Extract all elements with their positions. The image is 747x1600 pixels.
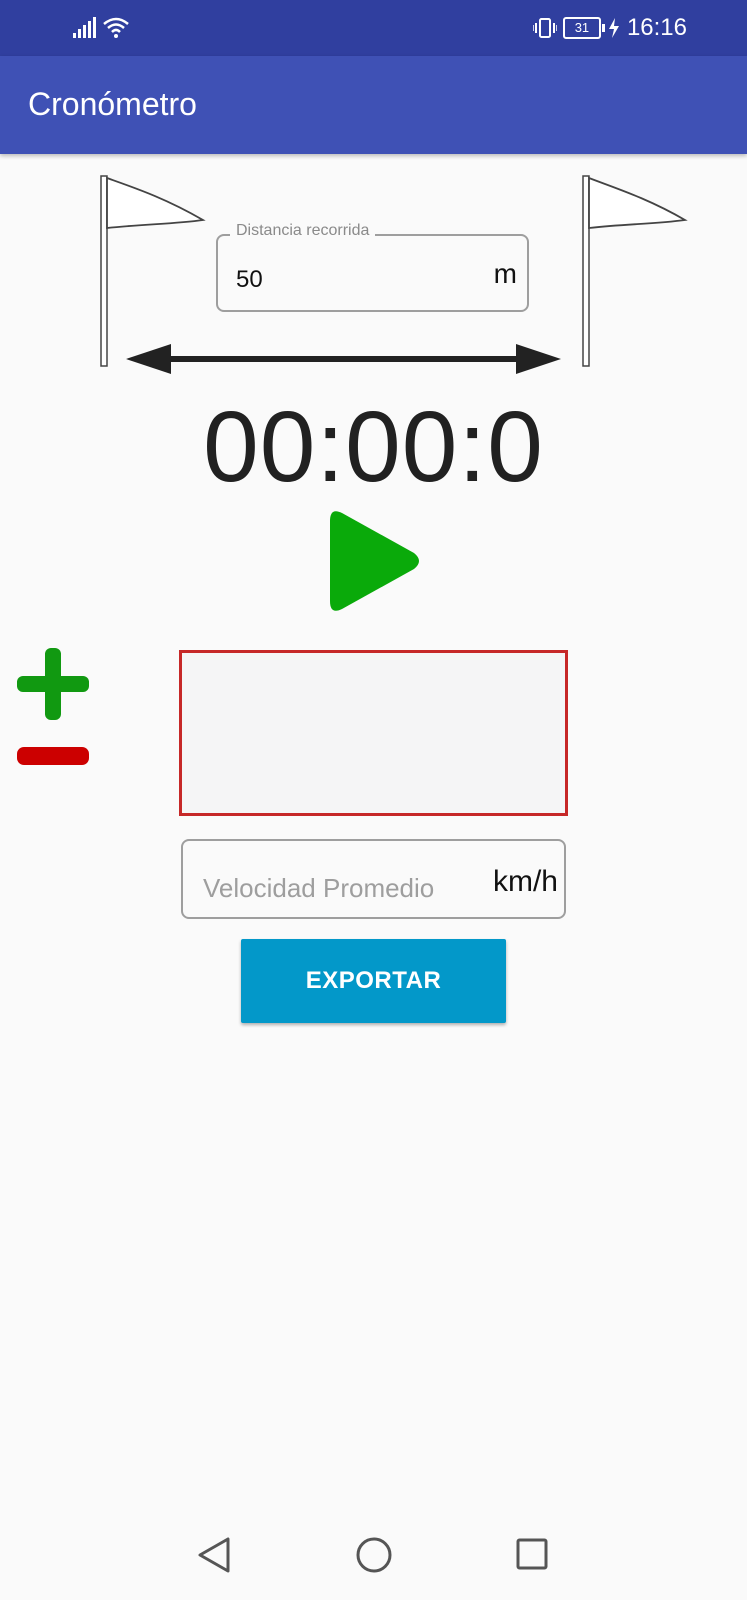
status-left (72, 14, 130, 42)
play-icon (330, 511, 419, 611)
minus-icon (17, 747, 89, 765)
home-icon[interactable] (355, 1536, 393, 1574)
nav-bar (0, 1510, 747, 1600)
laps-box[interactable] (179, 650, 568, 816)
plus-icon (17, 648, 89, 720)
recents-icon[interactable] (515, 1537, 549, 1571)
distance-label: Distancia recorrida (230, 222, 376, 240)
status-time: 16:16 (626, 14, 687, 41)
speed-field[interactable]: Velocidad Promedio km/h (181, 839, 566, 919)
export-button[interactable]: EXPORTAR (241, 939, 506, 1023)
distance-unit: m (493, 258, 517, 289)
screen: 31 16:16 Cronómetro Distancia recorrida (0, 0, 747, 1600)
status-bar: 31 16:16 (0, 0, 747, 56)
distance-value[interactable]: 50 (236, 266, 263, 294)
finish-flag-icon (582, 175, 688, 367)
battery-icon: 31 (562, 17, 605, 39)
vibrate-icon (532, 18, 557, 38)
minus-button[interactable] (17, 746, 89, 766)
play-button[interactable] (322, 505, 426, 617)
app-title: Cronómetro (28, 86, 197, 122)
speed-placeholder: Velocidad Promedio (203, 873, 435, 903)
distance-arrow-icon (126, 344, 561, 374)
timer-display: 00:00:0 (203, 391, 544, 503)
wifi-icon (103, 17, 129, 38)
plus-button[interactable] (17, 648, 89, 720)
charging-icon (608, 18, 619, 38)
distance-field[interactable]: Distancia recorrida 50 m (216, 222, 529, 312)
app-bar: Cronómetro (0, 56, 747, 154)
speed-unit: km/h (492, 865, 558, 898)
start-flag-icon (100, 175, 206, 367)
status-right: 31 16:16 (532, 14, 687, 42)
signal-icon (73, 17, 96, 38)
back-icon[interactable] (196, 1536, 232, 1574)
battery-level: 31 (574, 20, 590, 35)
